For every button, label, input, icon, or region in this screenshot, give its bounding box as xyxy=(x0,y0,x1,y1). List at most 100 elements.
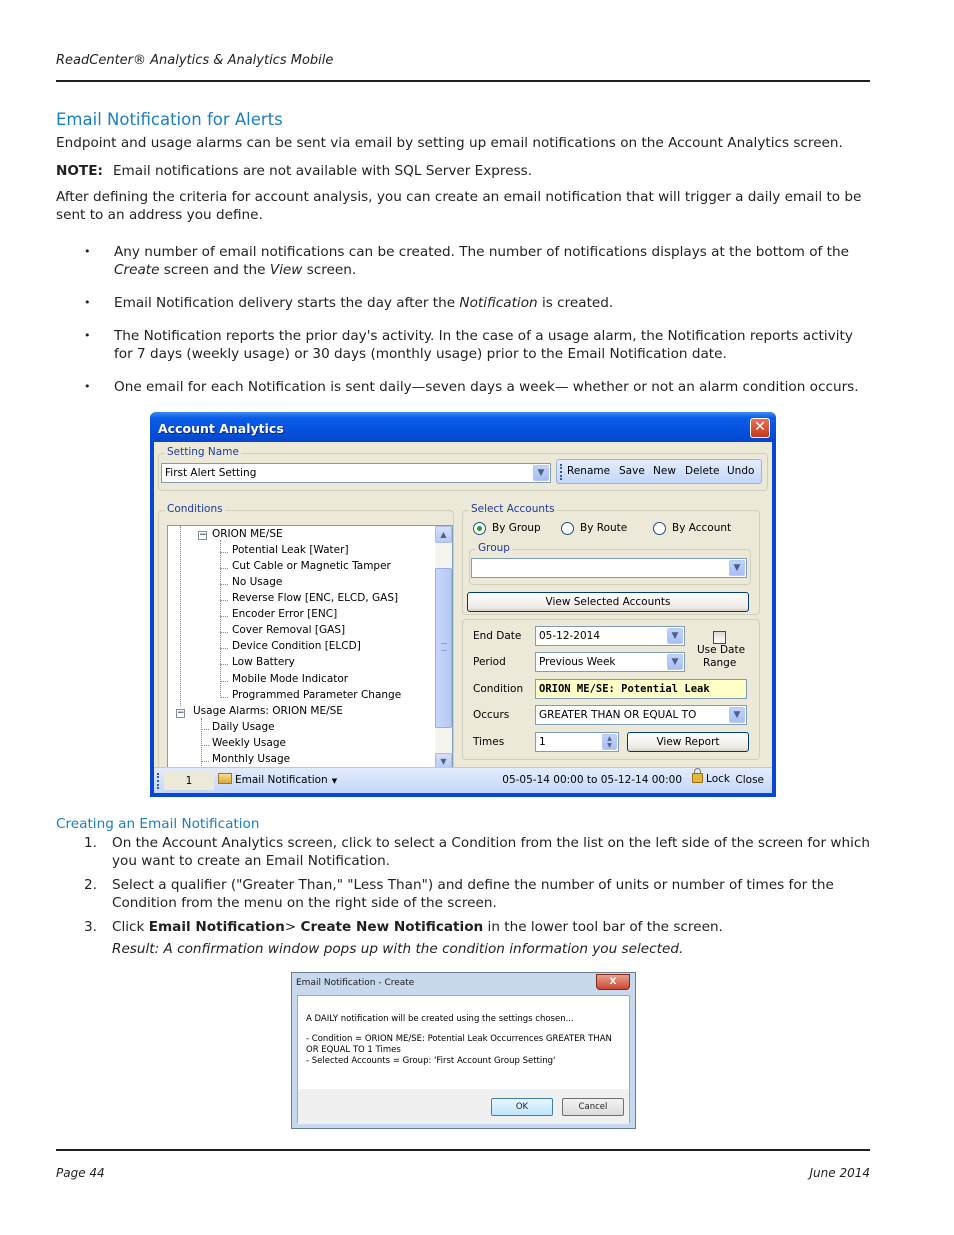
radio-label: By Account xyxy=(672,522,732,534)
tree-node[interactable]: Mobile Mode Indicator xyxy=(232,673,348,685)
bullet-glyph: • xyxy=(84,245,91,258)
dialog-line: - Selected Accounts = Group: 'First Acco… xyxy=(306,1056,556,1066)
times-stepper[interactable]: 1 ▲ ▼ xyxy=(535,732,619,752)
tree-node[interactable]: Programmed Parameter Change xyxy=(232,689,401,701)
view-report-button[interactable]: View Report xyxy=(627,732,749,752)
tree-scrollbar[interactable]: ▲ ▼ xyxy=(435,526,452,770)
radio-label: By Route xyxy=(580,522,628,534)
lock-button[interactable]: Lock xyxy=(692,768,730,785)
bullet-text: screen. xyxy=(302,262,357,278)
group-combo[interactable]: ▼ xyxy=(471,558,747,578)
period-select[interactable]: Previous Week ▼ xyxy=(535,652,685,672)
conditions-tree[interactable]: − ORION ME/SE Potential Leak [Water] Cut… xyxy=(167,525,453,771)
bullet-glyph: • xyxy=(84,380,91,393)
grip-icon xyxy=(441,643,447,651)
tree-line xyxy=(201,761,209,762)
use-date-range-checkbox[interactable] xyxy=(713,631,726,644)
period-value: Previous Week xyxy=(539,656,616,668)
note-label: NOTE: xyxy=(56,163,103,179)
tree-line xyxy=(220,568,228,569)
window-titlebar[interactable]: Account Analytics ✕ xyxy=(150,412,776,442)
footer-rule xyxy=(56,1149,870,1151)
running-header: ReadCenter® Analytics & Analytics Mobile xyxy=(56,53,334,68)
tree-node[interactable]: Device Condition [ELCD] xyxy=(232,640,361,652)
occurs-select[interactable]: GREATER THAN OR EQUAL TO ▼ xyxy=(535,705,747,725)
status-bar: 1 Email Notification ▼ 05-05-14 00:00 to … xyxy=(154,767,772,793)
lock-label: Lock xyxy=(706,773,730,785)
tree-node[interactable]: Cut Cable or Magnetic Tamper xyxy=(232,560,391,572)
account-analytics-window: Account Analytics ✕ Setting Name First A… xyxy=(150,412,776,797)
criteria-paragraph: After defining the criteria for account … xyxy=(56,189,862,223)
tree-line xyxy=(180,526,181,706)
scroll-up-icon[interactable]: ▲ xyxy=(435,526,452,543)
toolbar-grip[interactable] xyxy=(560,464,563,480)
step-bold: Email Notification xyxy=(148,919,285,935)
ok-button[interactable]: OK xyxy=(491,1098,553,1116)
bullet-glyph: • xyxy=(84,296,91,309)
tree-node[interactable]: Low Battery xyxy=(232,656,295,668)
undo-button[interactable]: Undo xyxy=(727,465,754,477)
save-button[interactable]: Save xyxy=(619,465,645,477)
dialog-message: A DAILY notification will be created usi… xyxy=(306,1014,626,1067)
tree-node[interactable]: Potential Leak [Water] xyxy=(232,544,349,556)
bullet-text: is created. xyxy=(537,295,614,311)
close-icon[interactable]: X xyxy=(596,974,630,990)
step-bold: Create New Notification xyxy=(300,919,484,935)
step-text: Click xyxy=(112,919,149,935)
setting-name-combo[interactable]: First Alert Setting ▼ xyxy=(161,463,551,483)
spinner-icon[interactable]: ▲ ▼ xyxy=(602,734,617,750)
criteria-group: End Date 05-12-2014 ▼ Use Date Range Per… xyxy=(462,619,760,760)
notification-count: 1 xyxy=(164,772,214,790)
scroll-thumb[interactable] xyxy=(435,568,452,728)
end-date-picker[interactable]: 05-12-2014 ▼ xyxy=(535,626,685,646)
new-button[interactable]: New xyxy=(653,465,676,477)
condition-label: Condition xyxy=(473,683,524,695)
statusbar-grip[interactable] xyxy=(157,773,160,789)
close-button[interactable]: Close xyxy=(735,774,764,786)
bullet-text: One email for each Notification is sent … xyxy=(114,379,859,395)
tree-node-orion[interactable]: ORION ME/SE xyxy=(212,528,283,540)
tree-node[interactable]: Encoder Error [ENC] xyxy=(232,608,337,620)
radio-label: By Group xyxy=(492,522,541,534)
dialog-body: A DAILY notification will be created usi… xyxy=(297,995,630,1124)
page-number: Page 44 xyxy=(56,1166,105,1180)
email-notification-menu[interactable]: Email Notification ▼ xyxy=(218,773,337,786)
tree-line xyxy=(220,616,228,617)
tree-line xyxy=(220,632,228,633)
tree-node[interactable]: No Usage xyxy=(232,576,282,588)
bullet-emphasis: Create xyxy=(114,262,160,278)
tree-node[interactable]: Monthly Usage xyxy=(212,753,290,765)
bullet-text: Email Notification delivery starts the d… xyxy=(114,295,460,311)
tree-node[interactable]: Weekly Usage xyxy=(212,737,286,749)
tree-node-usage-alarms[interactable]: Usage Alarms: ORION ME/SE xyxy=(193,705,343,717)
times-label: Times xyxy=(473,736,505,748)
radio-dot xyxy=(477,526,482,531)
rename-button[interactable]: Rename xyxy=(567,465,610,477)
tree-line xyxy=(220,540,221,698)
publication-date: June 2014 xyxy=(809,1166,871,1180)
cancel-button[interactable]: Cancel xyxy=(562,1098,624,1116)
view-selected-accounts-button[interactable]: View Selected Accounts xyxy=(467,592,749,612)
chevron-down-icon[interactable]: ▼ xyxy=(729,560,745,576)
step-text: > xyxy=(284,919,301,935)
close-icon[interactable]: ✕ xyxy=(750,418,770,438)
collapse-icon[interactable]: − xyxy=(176,709,185,718)
tree-node[interactable]: Cover Removal [GAS] xyxy=(232,624,345,636)
bullet-glyph: • xyxy=(84,329,91,342)
chevron-down-icon[interactable]: ▼ xyxy=(729,707,745,723)
occurs-value: GREATER THAN OR EQUAL TO xyxy=(539,709,697,721)
dialog-line: A DAILY notification will be created usi… xyxy=(306,1014,574,1024)
tree-line xyxy=(220,681,228,682)
condition-field[interactable]: ORION ME/SE: Potential Leak xyxy=(535,679,747,699)
tree-node[interactable]: Reverse Flow [ENC, ELCD, GAS] xyxy=(232,592,398,604)
step-number: 2. xyxy=(84,877,97,893)
delete-button[interactable]: Delete xyxy=(685,465,720,477)
chevron-down-icon[interactable]: ▼ xyxy=(667,654,683,670)
tree-node[interactable]: Daily Usage xyxy=(212,721,275,733)
bullet-text: The Notification reports the prior day's… xyxy=(114,328,853,362)
chevron-down-icon[interactable]: ▼ xyxy=(533,465,549,481)
collapse-icon[interactable]: − xyxy=(198,531,207,540)
section-heading: Email Notification for Alerts xyxy=(56,110,283,129)
chevron-down-icon[interactable]: ▼ xyxy=(667,628,683,644)
tree-line xyxy=(220,648,228,649)
